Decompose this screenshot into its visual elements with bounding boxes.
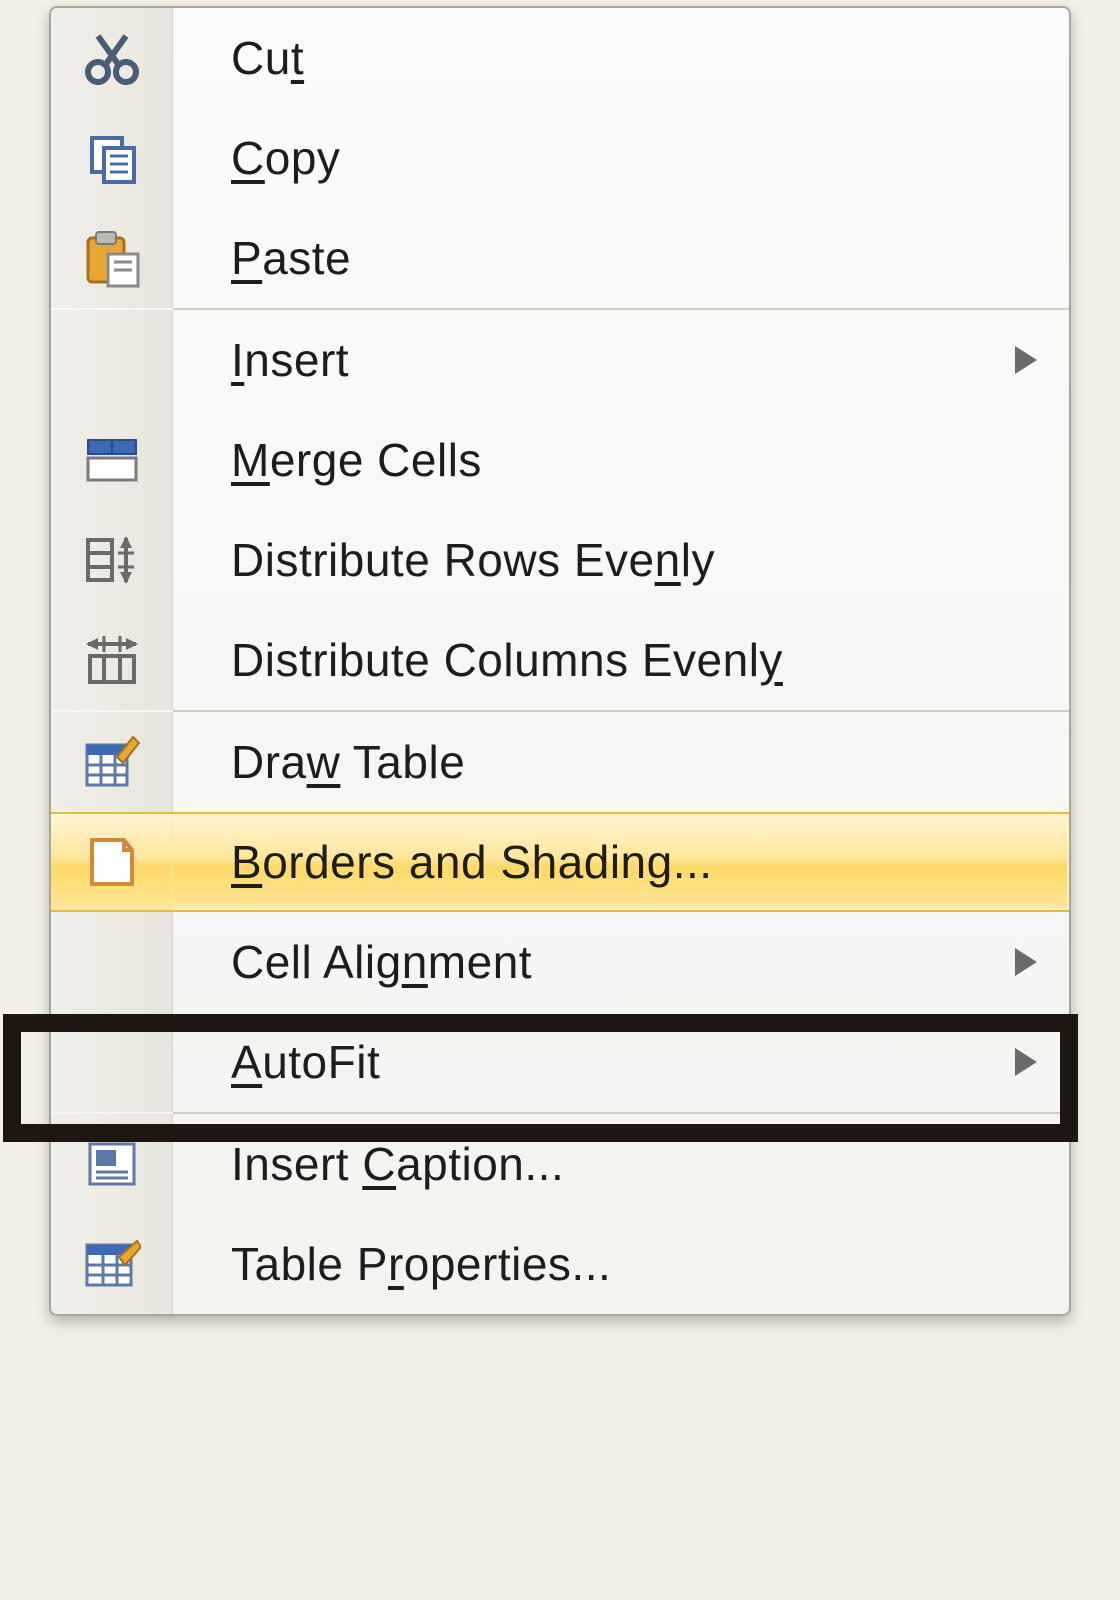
menu-label: Distribute Rows Evenly [173, 533, 1069, 587]
table-properties-icon [51, 1214, 173, 1314]
menu-item-table-properties[interactable]: Table Properties... [51, 1214, 1069, 1314]
paste-icon [51, 208, 173, 308]
draw-table-icon [51, 712, 173, 812]
menu-label: Paste [173, 231, 1069, 285]
chevron-right-icon [1015, 948, 1037, 976]
menu-item-merge-cells[interactable]: Merge Cells [51, 410, 1069, 510]
menu-label: Borders and Shading... [173, 835, 1069, 889]
distribute-cols-icon [51, 610, 173, 710]
insert-caption-icon [51, 1114, 173, 1214]
menu-label: Distribute Columns Evenly [173, 633, 1069, 687]
menu-label: Table Properties... [173, 1237, 1069, 1291]
copy-icon [51, 108, 173, 208]
menu-item-distribute-columns[interactable]: Distribute Columns Evenly [51, 610, 1069, 710]
menu-item-copy[interactable]: Copy [51, 108, 1069, 208]
borders-shading-icon [51, 814, 173, 910]
menu-label: Cell Alignment [173, 935, 1069, 989]
cut-icon [51, 8, 173, 108]
menu-label: Draw Table [173, 735, 1069, 789]
chevron-right-icon [1015, 1048, 1037, 1076]
menu-label: AutoFit [173, 1035, 1069, 1089]
merge-cells-icon [51, 410, 173, 510]
menu-item-insert[interactable]: Insert [51, 310, 1069, 410]
blank-icon [51, 310, 173, 410]
menu-item-draw-table[interactable]: Draw Table [51, 712, 1069, 812]
context-menu: Cut Copy [49, 6, 1071, 1316]
blank-icon [51, 912, 173, 1012]
menu-item-distribute-rows[interactable]: Distribute Rows Evenly [51, 510, 1069, 610]
menu-label: Insert [173, 333, 1069, 387]
menu-item-cut[interactable]: Cut [51, 8, 1069, 108]
menu-item-insert-caption[interactable]: Insert Caption... [51, 1114, 1069, 1214]
menu-item-paste[interactable]: Paste [51, 208, 1069, 308]
menu-label: Insert Caption... [173, 1137, 1069, 1191]
chevron-right-icon [1015, 346, 1037, 374]
distribute-rows-icon [51, 510, 173, 610]
menu-item-cell-alignment[interactable]: Cell Alignment [51, 912, 1069, 1012]
menu-item-borders-shading[interactable]: Borders and Shading... [51, 812, 1069, 912]
menu-label: Cut [173, 31, 1069, 85]
menu-item-autofit[interactable]: AutoFit [51, 1012, 1069, 1112]
blank-icon [51, 1012, 173, 1112]
menu-label: Merge Cells [173, 433, 1069, 487]
menu-label: Copy [173, 131, 1069, 185]
